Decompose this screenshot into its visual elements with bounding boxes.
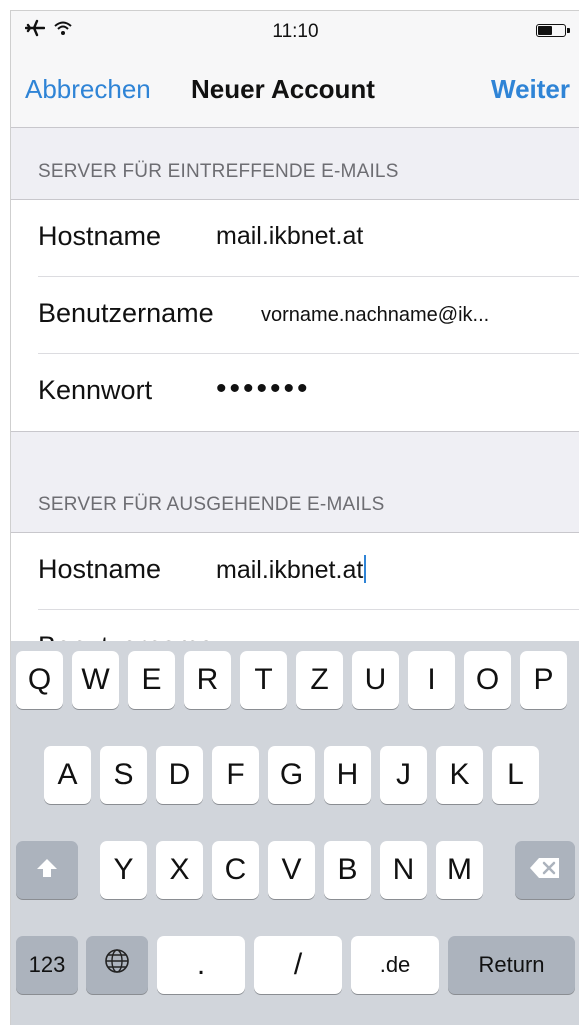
key-f[interactable]: F <box>212 746 259 804</box>
shift-icon <box>35 853 59 887</box>
outgoing-hostname-field[interactable]: mail.ikbnet.at <box>216 555 367 585</box>
key-m[interactable]: M <box>436 841 483 899</box>
incoming-hostname-field[interactable]: mail.ikbnet.at <box>216 222 363 251</box>
next-button[interactable]: Weiter <box>491 74 570 105</box>
key-r[interactable]: R <box>184 651 231 709</box>
key-b[interactable]: B <box>324 841 371 899</box>
key-p[interactable]: P <box>520 651 567 709</box>
keyboard: Q W E R T Z U I O P A S D F G H J K L Y … <box>11 641 579 1025</box>
key-w[interactable]: W <box>72 651 119 709</box>
key-g[interactable]: G <box>268 746 315 804</box>
key-h[interactable]: H <box>324 746 371 804</box>
key-u[interactable]: U <box>352 651 399 709</box>
incoming-password-label: Kennwort <box>38 375 153 405</box>
screen: 11:10 Abbrechen Neuer Account Weiter SER… <box>10 10 579 1025</box>
navigation-bar: Abbrechen Neuer Account Weiter <box>11 51 579 128</box>
key-s[interactable]: S <box>100 746 147 804</box>
outgoing-hostname-label: Hostname <box>38 554 162 584</box>
incoming-section-header: SERVER FÜR EINTREFFENDE E-MAILS <box>38 161 399 182</box>
globe-icon <box>104 948 130 982</box>
outgoing-hostname-row[interactable]: Hostname mail.ikbnet.at <box>11 533 579 610</box>
incoming-server-group: Hostname mail.ikbnet.at Benutzername vor… <box>11 199 579 432</box>
battery-icon <box>536 24 570 37</box>
return-key[interactable]: Return <box>448 936 575 994</box>
key-i[interactable]: I <box>408 651 455 709</box>
key-v[interactable]: V <box>268 841 315 899</box>
incoming-password-row[interactable]: Kennwort ••••••• <box>11 354 579 431</box>
key-t[interactable]: T <box>240 651 287 709</box>
status-time: 11:10 <box>272 21 319 42</box>
key-a[interactable]: A <box>44 746 91 804</box>
key-z[interactable]: Z <box>296 651 343 709</box>
numbers-key[interactable]: 123 <box>16 936 78 994</box>
key-n[interactable]: N <box>380 841 427 899</box>
status-bar: 11:10 <box>11 11 579 51</box>
cancel-button[interactable]: Abbrechen <box>25 74 151 105</box>
key-x[interactable]: X <box>156 841 203 899</box>
backspace-icon <box>529 853 561 887</box>
incoming-username-field[interactable]: vorname.nachname@ik... <box>261 304 489 327</box>
incoming-username-row[interactable]: Benutzername vorname.nachname@ik... <box>11 277 579 354</box>
key-l[interactable]: L <box>492 746 539 804</box>
key-k[interactable]: K <box>436 746 483 804</box>
key-c[interactable]: C <box>212 841 259 899</box>
slash-key[interactable]: / <box>254 936 342 994</box>
incoming-hostname-label: Hostname <box>38 221 162 251</box>
key-o[interactable]: O <box>464 651 511 709</box>
key-y[interactable]: Y <box>100 841 147 899</box>
globe-key[interactable] <box>86 936 148 994</box>
key-d[interactable]: D <box>156 746 203 804</box>
incoming-password-field[interactable]: ••••••• <box>216 372 311 406</box>
text-cursor <box>364 555 367 583</box>
incoming-username-label: Benutzername <box>38 298 214 328</box>
incoming-hostname-row[interactable]: Hostname mail.ikbnet.at <box>11 200 579 277</box>
outgoing-section-header: SERVER FÜR AUSGEHENDE E-MAILS <box>38 494 385 515</box>
key-q[interactable]: Q <box>16 651 63 709</box>
domain-de-key[interactable]: .de <box>351 936 439 994</box>
key-e[interactable]: E <box>128 651 175 709</box>
outgoing-hostname-value: mail.ikbnet.at <box>216 556 364 584</box>
period-key[interactable]: . <box>157 936 245 994</box>
key-j[interactable]: J <box>380 746 427 804</box>
delete-key[interactable] <box>515 841 575 899</box>
shift-key[interactable] <box>16 841 78 899</box>
page-title: Neuer Account <box>191 74 375 104</box>
